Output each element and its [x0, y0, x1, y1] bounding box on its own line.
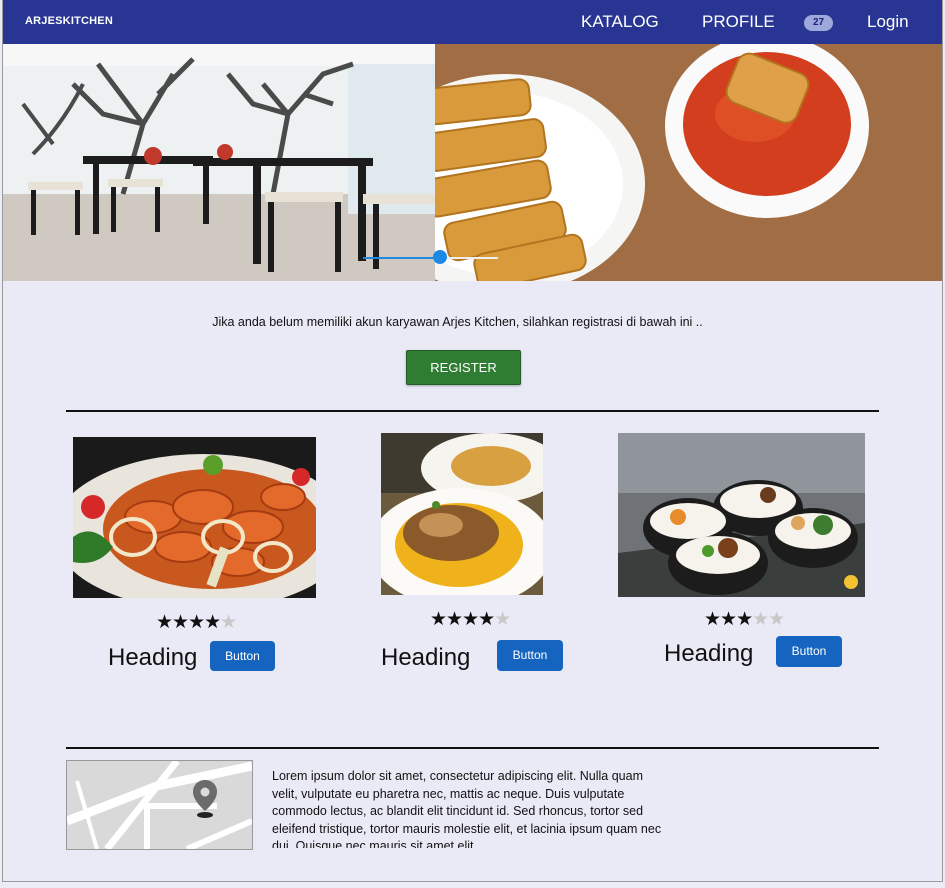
footer-description: Lorem ipsum dolor sit amet, consectetur … [272, 769, 662, 848]
card-heading: Heading [108, 644, 198, 671]
rice-plate-photo[interactable] [381, 433, 543, 595]
navbar: ARJESKITCHEN KATALOG PROFILE 27 Login [3, 0, 942, 44]
page: ARJESKITCHEN KATALOG PROFILE 27 Login Ji… [2, 0, 943, 882]
nav-item-profile[interactable]: PROFILE [702, 12, 775, 32]
card-button[interactable]: Button [497, 640, 563, 671]
carousel-slider-handle[interactable] [433, 250, 447, 264]
rating-stars: ★★★★★ [156, 612, 237, 633]
map-pin-icon [193, 780, 217, 818]
register-button[interactable]: REGISTER [406, 350, 521, 385]
image-carousel[interactable] [3, 44, 942, 281]
nav-item-katalog[interactable]: KATALOG [581, 12, 659, 32]
section-divider [66, 410, 879, 412]
carousel-progress-track [363, 257, 498, 259]
rating-stars: ★★★★★ [704, 609, 785, 630]
nav-item-login[interactable]: Login [867, 12, 909, 32]
rice-bowls-photo[interactable] [618, 433, 865, 597]
card-heading: Heading [381, 644, 471, 671]
carousel-progress-fill [363, 257, 439, 259]
shrimp-dish-photo[interactable] [73, 437, 316, 598]
restaurant-interior-photo [3, 44, 435, 281]
brand-logo-text[interactable]: ARJESKITCHEN [25, 15, 113, 27]
register-message: Jika anda belum memiliki akun karyawan A… [212, 315, 703, 329]
notification-badge: 27 [804, 15, 833, 31]
card-button[interactable]: Button [210, 641, 275, 671]
section-divider [66, 747, 879, 749]
rating-stars: ★★★★★ [430, 609, 511, 630]
card-button[interactable]: Button [776, 636, 842, 667]
card-heading: Heading [664, 640, 754, 667]
fried-sticks-with-sauce-photo [435, 44, 942, 281]
location-map[interactable] [66, 760, 253, 850]
